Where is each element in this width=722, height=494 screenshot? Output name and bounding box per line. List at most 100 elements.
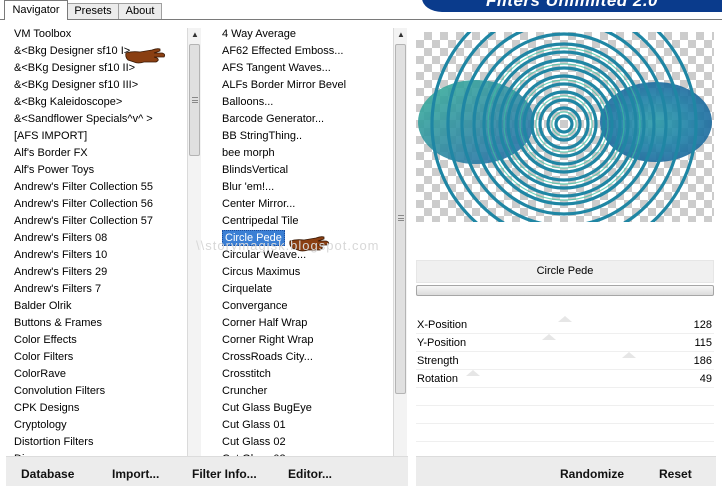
param-x-position[interactable]: X-Position 128 [416, 316, 714, 334]
category-item[interactable]: [AFS IMPORT] [12, 128, 186, 145]
filter-item[interactable]: Cirquelate [220, 281, 392, 298]
category-item[interactable]: Andrew's Filter Collection 56 [12, 196, 186, 213]
category-item[interactable]: Distortion Filters [12, 434, 186, 451]
category-scroll-thumb[interactable] [189, 44, 200, 156]
filter-item[interactable]: Blur 'em!... [220, 179, 392, 196]
category-item[interactable]: Andrew's Filter Collection 55 [12, 179, 186, 196]
category-item-label: Alf's Power Toys [14, 164, 95, 176]
filter-item[interactable]: Crosstitch [220, 366, 392, 383]
grip-icon [398, 215, 404, 221]
filter-item-label: ALFs Border Mirror Bevel [222, 79, 347, 91]
filter-item[interactable]: Cut Glass 02 [220, 434, 392, 451]
filter-item[interactable]: Barcode Generator... [220, 111, 392, 128]
filter-item-label: BB StringThing.. [222, 130, 303, 142]
category-item-label: &<Bkg Designer sf10 I> [14, 45, 131, 57]
filter-item-label: bee morph [222, 147, 275, 159]
category-item-label: Alf's Border FX [14, 147, 88, 159]
randomize-button[interactable]: Randomize [560, 467, 624, 481]
filter-item-label: Circus Maximus [222, 266, 301, 278]
preview-swirl-graphic [418, 32, 712, 222]
tab-presets[interactable]: Presets [67, 3, 119, 19]
progress-bar [416, 285, 714, 296]
category-item[interactable]: Convolution Filters [12, 383, 186, 400]
category-item[interactable]: &<Sandflower Specials^v^ > [12, 111, 186, 128]
brand-title: Filters Unlimited 2.0 [422, 0, 722, 12]
filter-item[interactable]: Cut Glass BugEye [220, 400, 392, 417]
category-item[interactable]: VM Toolbox [12, 26, 186, 43]
filter-item[interactable]: Corner Half Wrap [220, 315, 392, 332]
param-rotation[interactable]: Rotation 49 [416, 370, 714, 388]
category-item[interactable]: Balder Olrik [12, 298, 186, 315]
filter-scroll-thumb[interactable] [395, 44, 406, 394]
category-item[interactable]: &<Bkg Kaleidoscope> [12, 94, 186, 111]
category-item[interactable]: &<BKg Designer sf10 III> [12, 77, 186, 94]
category-item[interactable]: Alf's Power Toys [12, 162, 186, 179]
param-strength[interactable]: Strength 186 [416, 352, 714, 370]
category-item[interactable]: Color Effects [12, 332, 186, 349]
arrow-up-icon[interactable]: ▲ [394, 28, 408, 42]
filter-item-label: Cut Glass 02 [222, 436, 286, 448]
param-value: 128 [693, 319, 712, 331]
filter-item[interactable]: ALFs Border Mirror Bevel [220, 77, 392, 94]
filter-item[interactable]: AF62 Effected Emboss... [220, 43, 392, 60]
category-item-label: Andrew's Filters 7 [14, 283, 102, 295]
empty-param-row [416, 406, 714, 424]
category-item-label: [AFS IMPORT] [14, 130, 88, 142]
database-button[interactable]: Database [21, 467, 74, 481]
filter-item[interactable]: Cruncher [220, 383, 392, 400]
arrow-up-icon[interactable]: ▲ [188, 28, 202, 42]
category-item[interactable]: Andrew's Filters 08 [12, 230, 186, 247]
filter-item[interactable]: Centripedal Tile [220, 213, 392, 230]
category-item[interactable]: Andrew's Filters 10 [12, 247, 186, 264]
slider-thumb-icon[interactable] [466, 370, 480, 376]
tab-about[interactable]: About [118, 3, 162, 19]
tab-navigator[interactable]: Navigator [4, 0, 68, 20]
editor-button[interactable]: Editor... [288, 467, 332, 481]
filter-item[interactable]: Cut Glass 01 [220, 417, 392, 434]
slider-thumb-icon[interactable] [622, 352, 636, 358]
filter-item-label: Cirquelate [222, 283, 273, 295]
filter-item[interactable]: Convergance [220, 298, 392, 315]
category-item-label: Color Effects [14, 334, 77, 346]
category-item[interactable]: Alf's Border FX [12, 145, 186, 162]
filter-item[interactable]: CrossRoads City... [220, 349, 392, 366]
filter-item[interactable]: 4 Way Average [220, 26, 392, 43]
import-button[interactable]: Import... [112, 467, 159, 481]
category-item-label: Balder Olrik [14, 300, 72, 312]
category-item[interactable]: ColorRave [12, 366, 186, 383]
filter-item[interactable]: BB StringThing.. [220, 128, 392, 145]
filter-item[interactable]: Balloons... [220, 94, 392, 111]
filter-item[interactable]: Circus Maximus [220, 264, 392, 281]
filter-item[interactable]: AFS Tangent Waves... [220, 60, 392, 77]
grip-icon [192, 97, 198, 103]
category-item[interactable]: Andrew's Filter Collection 57 [12, 213, 186, 230]
category-item-label: Andrew's Filters 08 [14, 232, 108, 244]
filter-item[interactable]: bee morph [220, 145, 392, 162]
category-item-label: CPK Designs [14, 402, 80, 414]
category-item-label: Andrew's Filters 29 [14, 266, 108, 278]
filter-item-label: Cruncher [222, 385, 268, 397]
param-y-position[interactable]: Y-Position 115 [416, 334, 714, 352]
filter-item[interactable]: Center Mirror... [220, 196, 392, 213]
filter-info-button[interactable]: Filter Info... [192, 467, 257, 481]
category-item[interactable]: Andrew's Filters 7 [12, 281, 186, 298]
category-item[interactable]: Andrew's Filters 29 [12, 264, 186, 281]
category-list[interactable]: VM Toolbox &<Bkg Designer sf10 I> &<BKg De… [12, 26, 186, 476]
param-value: 115 [694, 337, 712, 349]
empty-param-row [416, 424, 714, 442]
slider-thumb-icon[interactable] [542, 334, 556, 340]
category-item-label: Andrew's Filters 10 [14, 249, 108, 261]
category-item-label: ColorRave [14, 368, 66, 380]
category-item-label: Andrew's Filter Collection 57 [14, 215, 154, 227]
category-item[interactable]: CPK Designs [12, 400, 186, 417]
category-item[interactable]: Color Filters [12, 349, 186, 366]
slider-thumb-icon[interactable] [558, 316, 572, 322]
category-item[interactable]: Cryptology [12, 417, 186, 434]
param-value: 186 [693, 355, 712, 367]
parameter-panel: X-Position 128 Y-Position 115 Strength 1… [416, 316, 714, 460]
reset-button[interactable]: Reset [659, 467, 692, 481]
filter-item[interactable]: BlindsVertical [220, 162, 392, 179]
filter-item[interactable]: Corner Right Wrap [220, 332, 392, 349]
category-item[interactable]: Buttons & Frames [12, 315, 186, 332]
param-label: Rotation [417, 373, 458, 385]
